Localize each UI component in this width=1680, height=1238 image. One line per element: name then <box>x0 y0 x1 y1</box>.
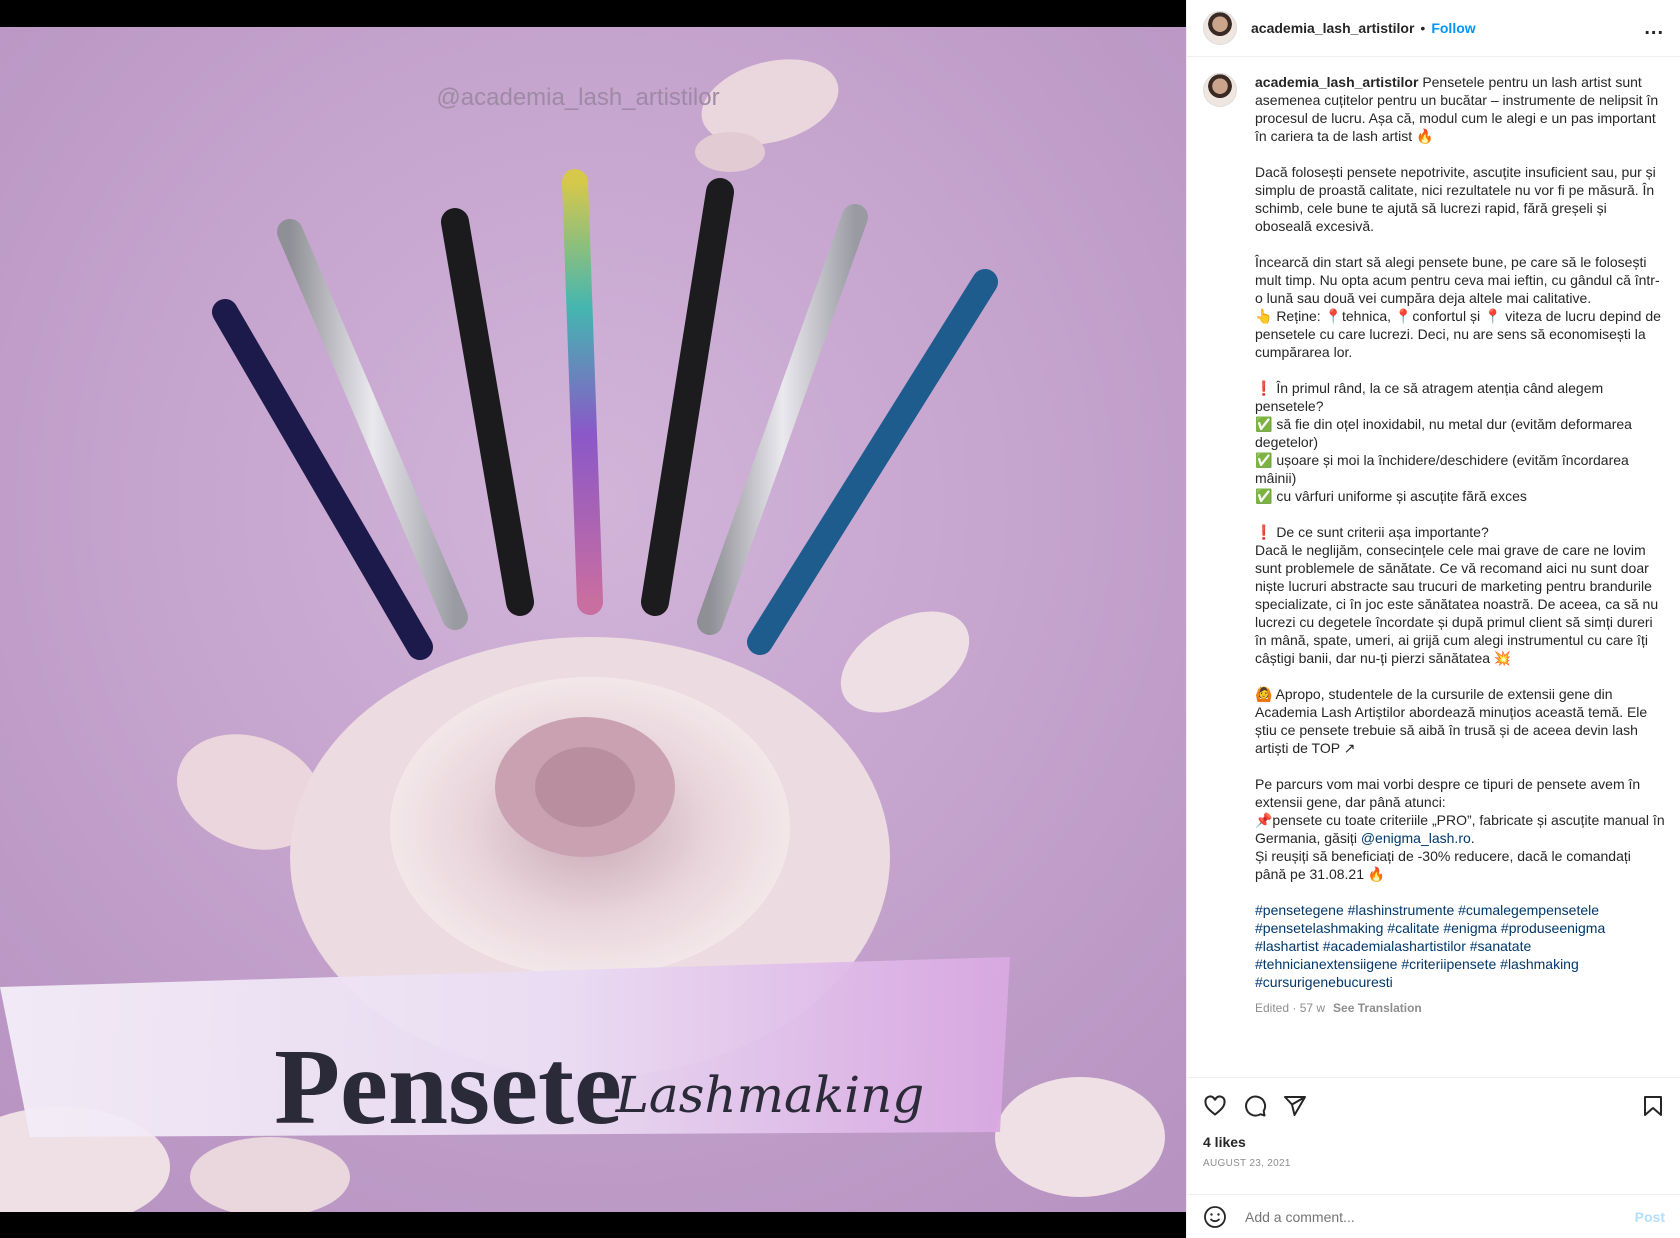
share-icon[interactable] <box>1283 1094 1307 1118</box>
post-media: @academia_lash_artistilor Pensete Lashma… <box>0 0 1186 1238</box>
post-comment-button[interactable]: Post <box>1635 1209 1665 1225</box>
see-translation-button[interactable]: See Translation <box>1333 1001 1422 1015</box>
caption-avatar[interactable] <box>1203 73 1237 107</box>
heart-icon[interactable] <box>1203 1094 1227 1118</box>
caption-paragraph: 🙆 Apropo, studentele de la cursurile de … <box>1255 686 1652 756</box>
image-title-script: Lashmaking <box>615 1066 925 1124</box>
post-header: academia_lash_artistilor • Follow ... <box>1187 0 1680 57</box>
caption-punct: . <box>1470 830 1475 846</box>
separator-dot: • <box>1420 20 1426 36</box>
comment-input[interactable] <box>1243 1207 1607 1226</box>
caption-paragraph: ❗ De ce sunt criterii așa importante? Da… <box>1255 524 1659 666</box>
bookmark-icon[interactable] <box>1641 1094 1665 1118</box>
mention-link[interactable]: @enigma_lash.ro <box>1361 830 1471 846</box>
caption-username[interactable]: academia_lash_artistilor <box>1255 74 1418 90</box>
image-watermark: @academia_lash_artistilor <box>436 84 719 111</box>
caption-paragraph: Dacă folosești pensete nepotrivite, ascu… <box>1255 164 1660 234</box>
caption-text: academia_lash_artistilor Pensetele pentr… <box>1255 73 1665 1017</box>
post-image[interactable]: @academia_lash_artistilor Pensete Lashma… <box>0 27 1186 1212</box>
caption-area: academia_lash_artistilor Pensetele pentr… <box>1187 57 1680 1077</box>
emoji-icon[interactable] <box>1203 1205 1227 1229</box>
caption-paragraph: ❗ În primul rând, la ce să atragem atenț… <box>1255 380 1632 504</box>
likes-count[interactable]: 4 likes <box>1203 1134 1665 1150</box>
image-title-main: Pensete <box>274 1028 622 1147</box>
caption-paragraph: Pe parcurs vom mai vorbi despre ce tipur… <box>1255 776 1645 810</box>
more-options-icon[interactable]: ... <box>1644 17 1664 40</box>
post-date[interactable]: AUGUST 23, 2021 <box>1203 1158 1665 1169</box>
username-link[interactable]: academia_lash_artistilor <box>1251 20 1414 36</box>
caption-paragraph: Încearcă din start să alegi pensete bune… <box>1255 254 1661 360</box>
edited-time: Edited · 57 w <box>1255 1001 1326 1015</box>
post-sidebar: academia_lash_artistilor • Follow ... ac… <box>1186 0 1680 1238</box>
caption-paragraph: Și reușiți să beneficiați de -30% reduce… <box>1255 848 1635 882</box>
post-actions: 4 likes AUGUST 23, 2021 <box>1187 1077 1680 1169</box>
comment-icon[interactable] <box>1243 1094 1267 1118</box>
tweezers-rose-image: @academia_lash_artistilor Pensete Lashma… <box>0 27 1186 1212</box>
comment-box: Post <box>1187 1194 1680 1238</box>
avatar[interactable] <box>1203 11 1237 45</box>
hashtags[interactable]: #pensetegene #lashinstrumente #cumalegem… <box>1255 901 1665 991</box>
follow-button[interactable]: Follow <box>1431 20 1475 36</box>
